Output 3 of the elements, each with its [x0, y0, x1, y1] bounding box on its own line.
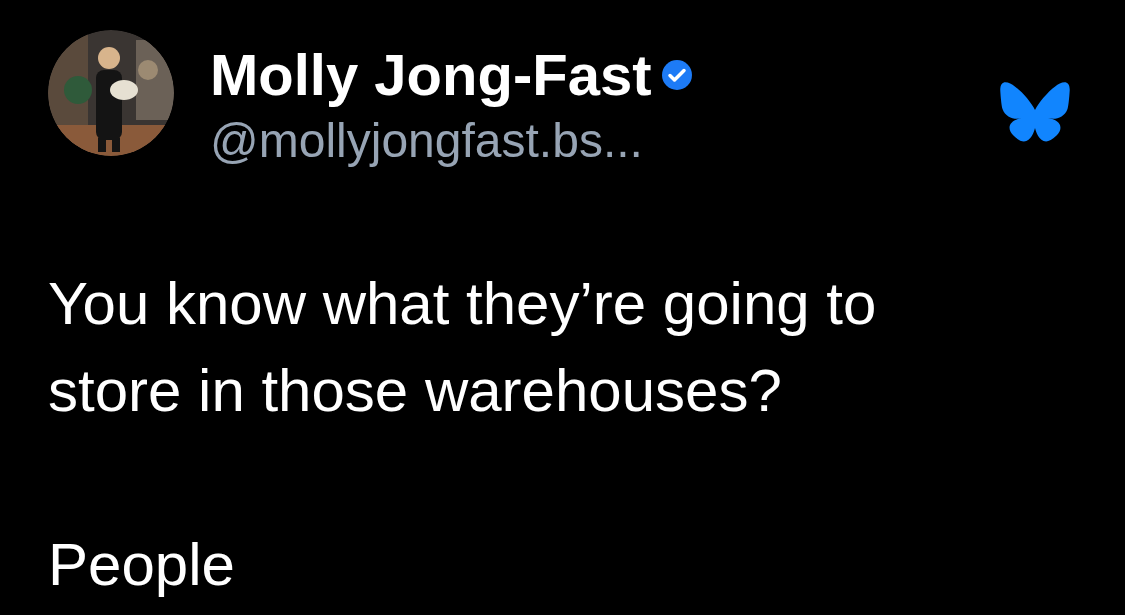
author-name: Molly Jong-Fast — [210, 41, 652, 109]
post-text: You know what they’re going to store in those warehouses? People — [48, 269, 878, 600]
author-handle: @mollyjongfast.bs... — [210, 113, 644, 169]
